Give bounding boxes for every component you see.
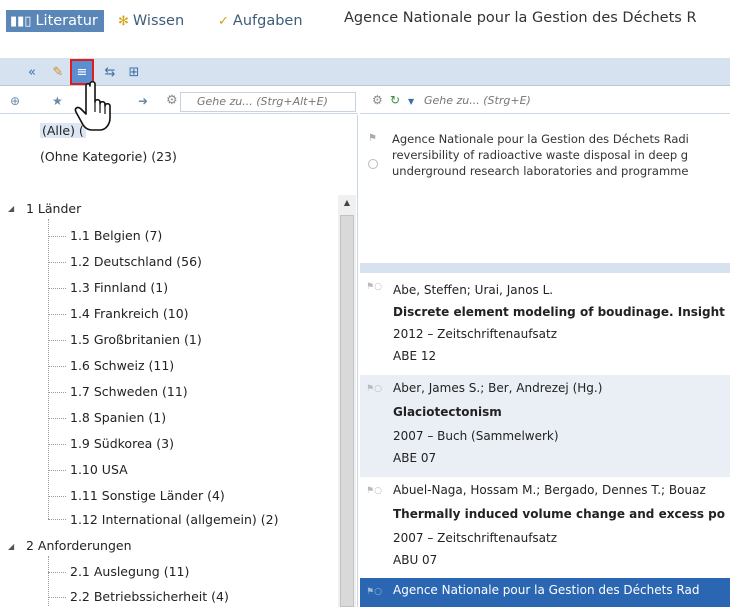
arrow-right-icon[interactable]: ➜ [138, 94, 148, 108]
tree-group-laender[interactable]: 1 Länder [26, 201, 81, 216]
reference-row[interactable]: ⚑○ Aber, James S.; Ber, Andrezej (Hg.) G… [360, 375, 730, 477]
tree-item[interactable]: 1.12 International (allgemein) (2) [70, 512, 278, 527]
tree-item[interactable]: 1.8 Spanien (1) [70, 410, 166, 425]
export-icon: ⊞ [128, 64, 140, 80]
tab-literatur-label: Literatur [35, 13, 98, 29]
reference-row-selected[interactable]: ⚑○ Agence Nationale pour la Gestion des … [360, 578, 730, 607]
preview-text: Agence Nationale pour la Gestion des Déc… [392, 132, 689, 178]
dropdown-arrow-icon[interactable]: ▼ [408, 97, 414, 106]
double-chevron-left-icon: « [28, 64, 36, 80]
category-list-button[interactable]: ⇆ [100, 62, 120, 82]
pencil-icon: ✎ [52, 64, 64, 80]
tree-item[interactable]: 1.11 Sonstige Länder (4) [70, 488, 225, 503]
status-circle-icon[interactable] [368, 159, 378, 169]
gear-icon[interactable]: ⚙ [372, 93, 383, 107]
tree-item[interactable]: 1.3 Finnland (1) [70, 280, 168, 295]
tree-item[interactable]: 1.10 USA [70, 462, 128, 477]
tree-item[interactable]: 1.1 Belgien (7) [70, 228, 162, 243]
document-title: Agence Nationale pour la Gestion des Déc… [344, 10, 697, 26]
top-tab-bar: ▮▮▯ Literatur ✻ Wissen ✓ Aufgaben Agence… [0, 0, 730, 46]
flag-circle-icon: ⚑○ [366, 587, 382, 597]
scrollbar-thumb[interactable] [340, 215, 354, 607]
left-goto-field[interactable]: Gehe zu... (Strg+Alt+E) [180, 92, 356, 112]
refresh-icon[interactable]: ↻ [390, 93, 400, 107]
expand-toggle-icon[interactable]: ◢ [8, 542, 14, 551]
books-icon: ▮▮▯ [10, 13, 32, 29]
flag-circle-icon: ⚑○ [366, 282, 382, 292]
tasks-icon: ✓ [218, 13, 229, 29]
pane-splitter[interactable] [360, 263, 730, 273]
tree-item[interactable]: 1.6 Schweiz (11) [70, 358, 174, 373]
tree-item[interactable]: 2.1 Auslegung (11) [70, 564, 189, 579]
list-view-icon: ≡ [76, 64, 88, 80]
tree-item[interactable]: 2.2 Betriebssicherheit (4) [70, 589, 229, 604]
tab-literatur[interactable]: ▮▮▯ Literatur [6, 10, 104, 32]
edit-category-button[interactable]: ✎ [48, 62, 68, 82]
tree-item[interactable]: 1.2 Deutschland (56) [70, 254, 202, 269]
category-tree-pane: (Alle) ( (Ohne Kategorie) (23) ◢ 1 Lände… [0, 115, 358, 607]
add-category-icon[interactable]: ⊕ [10, 94, 20, 108]
star-icon[interactable]: ★ [52, 94, 63, 108]
tab-wissen[interactable]: ✻ Wissen [118, 10, 184, 32]
tree-item[interactable]: 1.5 Großbritanien (1) [70, 332, 202, 347]
category-uncategorized[interactable]: (Ohne Kategorie) (23) [40, 149, 177, 164]
tab-aufgaben[interactable]: ✓ Aufgaben [218, 10, 303, 32]
tree-group-anforderungen[interactable]: 2 Anforderungen [26, 538, 132, 553]
export-categories-button[interactable]: ⊞ [124, 62, 144, 82]
list-arrows-icon: ⇆ [104, 64, 116, 80]
left-pane-toolbar: ⊕ ★ ➜ ⚙ Gehe zu... (Strg+Alt+E) [0, 90, 358, 114]
collapse-panel-button[interactable]: « [22, 62, 42, 82]
reference-preview: ⚑ Agence Nationale pour la Gestion des D… [360, 115, 730, 263]
tree-item[interactable]: 1.9 Südkorea (3) [70, 436, 174, 451]
flag-circle-icon: ⚑○ [366, 486, 382, 496]
flag-icon[interactable]: ⚑ [368, 133, 377, 144]
scroll-up-icon[interactable]: ▲ [338, 195, 356, 211]
hand-cursor-icon [74, 80, 111, 131]
right-goto-field[interactable]: Gehe zu... (Strg+E) [424, 94, 531, 107]
tab-wissen-label: Wissen [132, 13, 185, 29]
tab-aufgaben-label: Aufgaben [232, 13, 303, 29]
tree-item[interactable]: 1.4 Frankreich (10) [70, 306, 189, 321]
right-pane-toolbar: ⚙ ↻ ▼ Gehe zu... (Strg+E) [360, 90, 730, 114]
tree-item[interactable]: 1.7 Schweden (11) [70, 384, 188, 399]
expand-toggle-icon[interactable]: ◢ [8, 204, 14, 213]
reference-row[interactable]: ⚑○ Abuel-Naga, Hossam M.; Bergado, Denne… [360, 477, 730, 579]
reference-row[interactable]: ⚑○ Abe, Steffen; Urai, Janos L. Discrete… [360, 273, 730, 375]
knowledge-icon: ✻ [118, 13, 129, 29]
gear-icon[interactable]: ⚙ [166, 93, 178, 108]
flag-circle-icon: ⚑○ [366, 384, 382, 394]
